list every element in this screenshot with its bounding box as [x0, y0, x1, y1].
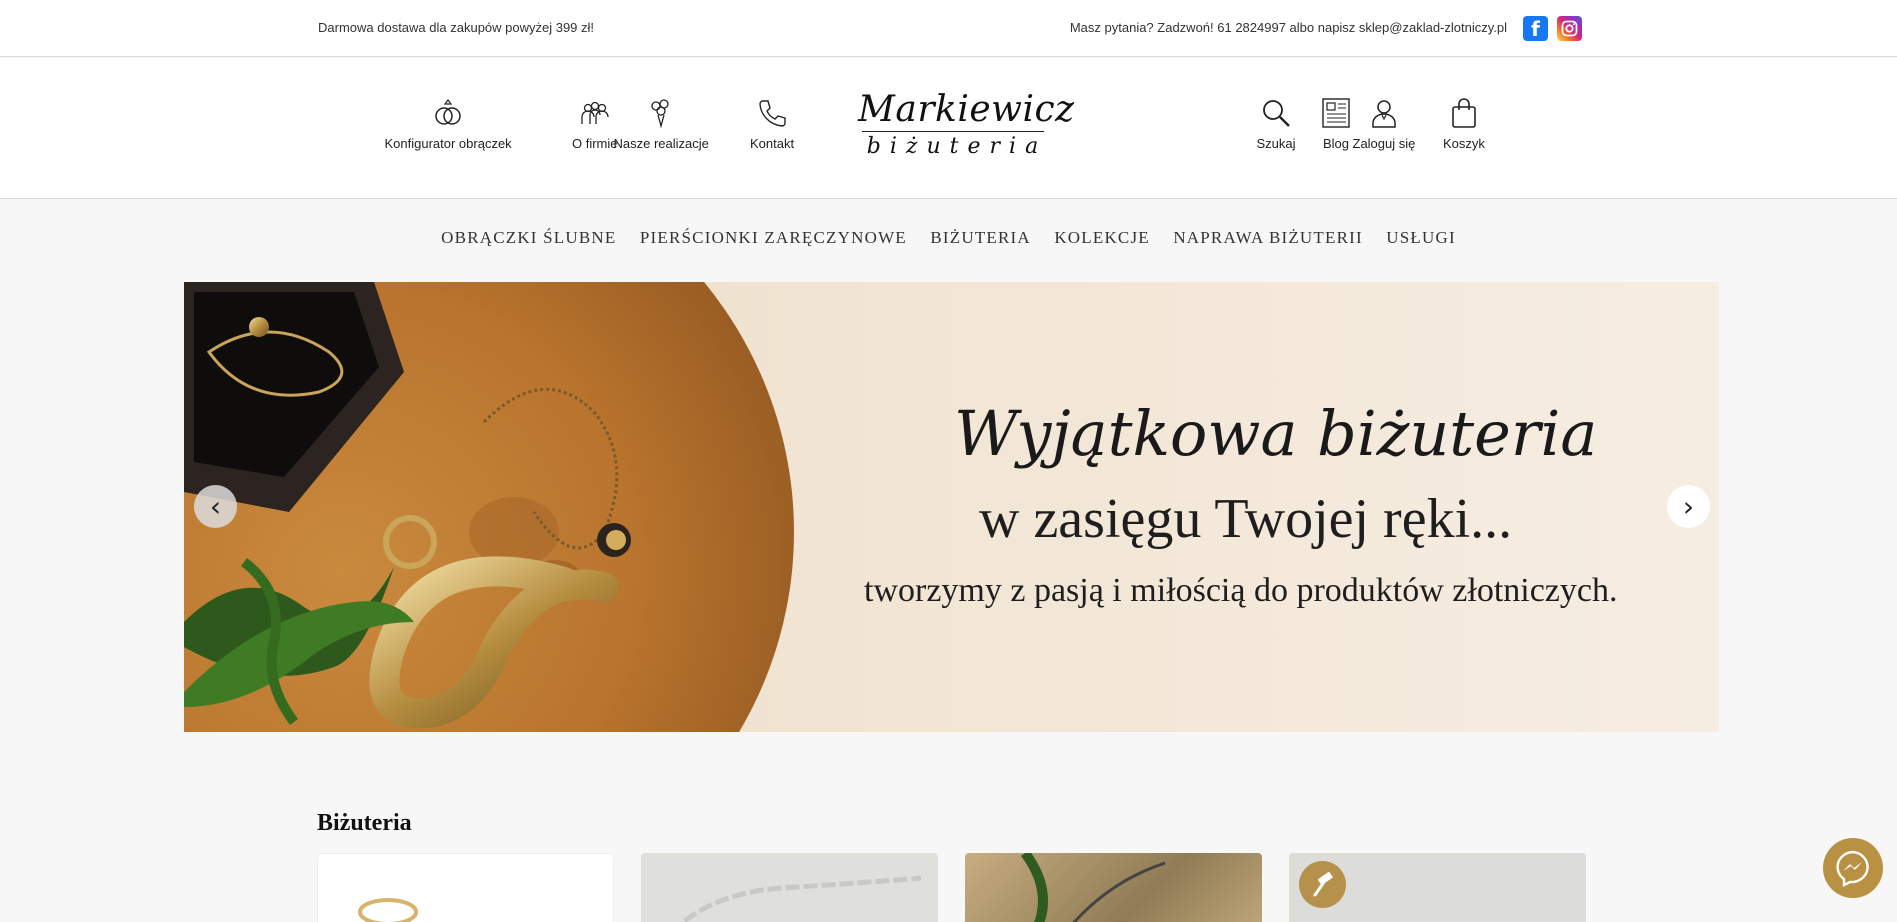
product-card[interactable]	[641, 853, 938, 922]
product-card[interactable]	[965, 853, 1262, 922]
nav-label: Blog	[1322, 136, 1350, 151]
people-icon	[581, 101, 609, 124]
nav-blog[interactable]: Blog	[1319, 96, 1353, 151]
nav-realizations[interactable]: Nasze realizacje	[614, 96, 709, 151]
hammer-icon	[1313, 871, 1333, 896]
nav-search[interactable]: Szukaj	[1257, 96, 1296, 151]
menu-collections[interactable]: KOLEKCJE	[1054, 228, 1150, 247]
main-menu: OBRĄCZKI ŚLUBNE PIERŚCIONKI ZARĘCZYNOWE …	[0, 228, 1897, 248]
site-logo[interactable]: Markiewicz biżuteria	[858, 89, 1075, 160]
menu-wedding-rings[interactable]: OBRĄCZKI ŚLUBNE	[441, 228, 616, 247]
product-image	[1020, 853, 1166, 922]
section-title: Biżuteria	[317, 810, 412, 836]
chevron-left-icon: ‹	[209, 490, 222, 523]
instagram-icon[interactable]	[1557, 16, 1582, 41]
messenger-chat-button[interactable]	[1823, 838, 1883, 898]
contact-info[interactable]: Masz pytania? Zadzwoń! 61 2824997 albo n…	[1070, 20, 1507, 35]
hero-banner[interactable]: Wyjątkowa biżuteria w zasięgu Twojej ręk…	[184, 282, 1719, 732]
free-shipping-notice: Darmowa dostawa dla zakupów powyżej 399 …	[318, 20, 595, 35]
nav-ring-configurator[interactable]: Konfigurator obrączek	[385, 96, 512, 151]
nav-label: Nasze realizacje	[613, 136, 709, 151]
nav-label: Kontakt	[750, 136, 795, 151]
search-icon	[1263, 100, 1290, 127]
banner-headline: Wyjątkowa biżuteria	[954, 397, 1598, 470]
nav-contact[interactable]: Kontakt	[750, 96, 794, 151]
menu-jewelry-repair[interactable]: NAPRAWA BIŻUTERII	[1173, 228, 1363, 247]
site-header: Konfigurator obrączek O firmie Nasze rea…	[0, 58, 1897, 199]
menu-jewelry[interactable]: BIŻUTERIA	[930, 228, 1031, 247]
menu-engagement-rings[interactable]: PIERŚCIONKI ZARĘCZYNOWE	[640, 228, 907, 247]
user-icon	[1372, 100, 1396, 128]
facebook-icon[interactable]: f	[1523, 16, 1548, 41]
newspaper-icon	[1322, 98, 1350, 128]
top-info-bar: Darmowa dostawa dla zakupów powyżej 399 …	[0, 0, 1897, 57]
logo-main: Markiewicz	[858, 89, 1075, 130]
nav-label: Koszyk	[1443, 136, 1485, 151]
messenger-icon	[1836, 850, 1869, 887]
bouquet-icon	[651, 99, 669, 129]
facebook-glyph: f	[1531, 16, 1540, 41]
logo-divider	[862, 131, 1044, 132]
shopping-bag-icon	[1452, 98, 1476, 128]
nav-label: Konfigurator obrączek	[384, 136, 512, 151]
logo-sub: biżuteria	[866, 134, 1048, 159]
product-card[interactable]	[1289, 853, 1586, 922]
nav-label: Zaloguj się	[1352, 136, 1416, 151]
nav-login[interactable]: Zaloguj się	[1352, 96, 1416, 151]
phone-icon	[759, 100, 786, 127]
nav-label: O firmie	[572, 136, 618, 151]
nav-label: Szukaj	[1256, 136, 1296, 151]
carousel-prev-button[interactable]: ‹	[194, 485, 237, 528]
menu-services[interactable]: USŁUGI	[1386, 228, 1456, 247]
nav-about[interactable]: O firmie	[572, 96, 618, 151]
nav-cart[interactable]: Koszyk	[1443, 96, 1485, 151]
product-card[interactable]	[317, 853, 614, 922]
chevron-right-icon: ›	[1682, 490, 1695, 523]
banner-subhead: w zasięgu Twojej ręki...	[979, 488, 1513, 550]
rings-icon	[435, 99, 461, 125]
product-image	[358, 898, 418, 922]
repair-badge	[1299, 861, 1346, 908]
carousel-next-button[interactable]: ›	[1667, 485, 1710, 528]
product-image	[679, 875, 922, 922]
banner-tagline: tworzymy z pasją i miłością do produktów…	[864, 572, 1618, 609]
